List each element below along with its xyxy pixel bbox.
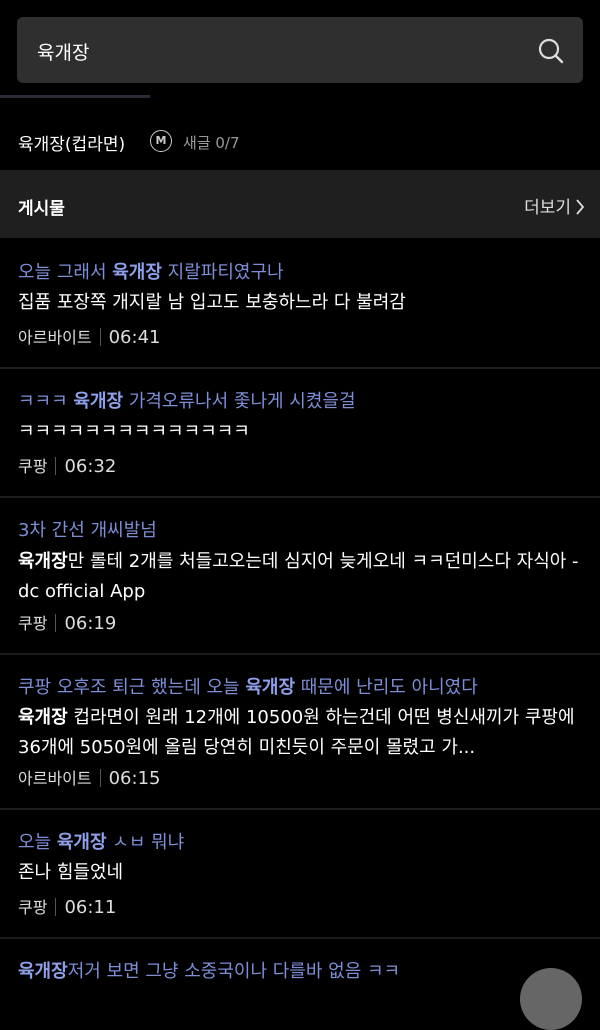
post-title[interactable]: 쿠팡 오후조 퇴근 했는데 오늘 육개장 때문에 난리도 아니였다 xyxy=(18,673,478,699)
search-input[interactable]: 육개장 xyxy=(37,38,89,65)
post-item[interactable]: 오늘 육개장 ㅅㅂ 뭐냐 존나 힘들었네 쿠팡 06:11 xyxy=(0,810,600,939)
post-meta: 쿠팡 06:32 xyxy=(18,453,116,477)
post-title[interactable]: 육개장저거 보면 그냥 소중국이나 다를바 없음 ㅋㅋ xyxy=(18,957,400,983)
m-badge-icon: M xyxy=(150,130,172,152)
post-meta: 쿠팡 06:11 xyxy=(18,894,116,918)
dictionary-entry[interactable]: 육개장(컵라면) M 새글 0/7 xyxy=(0,110,600,170)
post-category: 쿠팡 xyxy=(18,898,48,917)
post-preview: ㅋㅋㅋㅋㅋㅋㅋㅋㅋㅋㅋㅋㅋㅋ xyxy=(18,421,250,442)
more-button[interactable]: 더보기 xyxy=(524,193,585,218)
post-preview: 집품 포장쪽 개지랄 남 입고도 보충하느라 다 불려감 xyxy=(18,292,406,313)
search-icon[interactable] xyxy=(537,37,565,65)
post-time: 06:41 xyxy=(108,327,161,348)
post-title[interactable]: ㅋㅋㅋ 육개장 가격오류나서 좇나게 시켰을걸 xyxy=(18,387,356,413)
section-header: 게시물 더보기 xyxy=(0,170,600,238)
post-meta: 쿠팡 06:19 xyxy=(18,610,116,634)
post-time: 06:15 xyxy=(108,768,161,789)
post-item[interactable]: 오늘 그래서 육개장 지랄파티였구나 집품 포장쪽 개지랄 남 입고도 보충하느… xyxy=(0,240,600,369)
search-bar[interactable]: 육개장 xyxy=(17,17,583,83)
dictionary-title: 육개장(컵라면) xyxy=(18,135,126,155)
post-title[interactable]: 오늘 그래서 육개장 지랄파티였구나 xyxy=(18,258,284,284)
post-meta: 아르바이트 06:41 xyxy=(18,324,160,348)
post-preview: 존나 힘들었네 xyxy=(18,862,124,883)
post-time: 06:32 xyxy=(64,456,117,477)
chevron-right-icon xyxy=(575,198,585,218)
new-post-count: 새글 0/7 xyxy=(183,134,240,152)
post-category: 쿠팡 xyxy=(18,614,48,633)
post-preview: 육개장 컵라면이 원래 12개에 10500원 하는건데 어떤 병신새끼가 쿠팡… xyxy=(18,707,575,758)
post-preview: 육개장만 롤테 2개를 처들고오는데 심지어 늦게오네 ㅋㅋ던미스다 자식아 -… xyxy=(18,551,579,602)
search-header: 육개장 xyxy=(0,0,600,96)
post-item[interactable]: ㅋㅋㅋ 육개장 가격오류나서 좇나게 시켰을걸 ㅋㅋㅋㅋㅋㅋㅋㅋㅋㅋㅋㅋㅋㅋ 쿠… xyxy=(0,369,600,498)
post-category: 아르바이트 xyxy=(18,769,92,788)
post-title[interactable]: 오늘 육개장 ㅅㅂ 뭐냐 xyxy=(18,828,184,854)
post-category: 쿠팡 xyxy=(18,457,48,476)
post-meta: 아르바이트 06:15 xyxy=(18,765,160,789)
post-title[interactable]: 3차 간선 개씨발넘 xyxy=(18,516,157,542)
post-time: 06:11 xyxy=(64,897,117,918)
post-category: 아르바이트 xyxy=(18,328,92,347)
post-item[interactable]: 육개장저거 보면 그냥 소중국이나 다를바 없음 ㅋㅋ xyxy=(0,939,600,992)
tab-indicator xyxy=(0,95,150,98)
post-item[interactable]: 쿠팡 오후조 퇴근 했는데 오늘 육개장 때문에 난리도 아니였다 육개장 컵라… xyxy=(0,655,600,810)
section-title: 게시물 xyxy=(18,199,65,219)
post-item[interactable]: 3차 간선 개씨발넘 육개장만 롤테 2개를 처들고오는데 심지어 늦게오네 ㅋ… xyxy=(0,498,600,655)
more-label: 더보기 xyxy=(524,198,571,218)
scroll-top-button[interactable] xyxy=(520,968,582,1030)
post-time: 06:19 xyxy=(64,613,117,634)
